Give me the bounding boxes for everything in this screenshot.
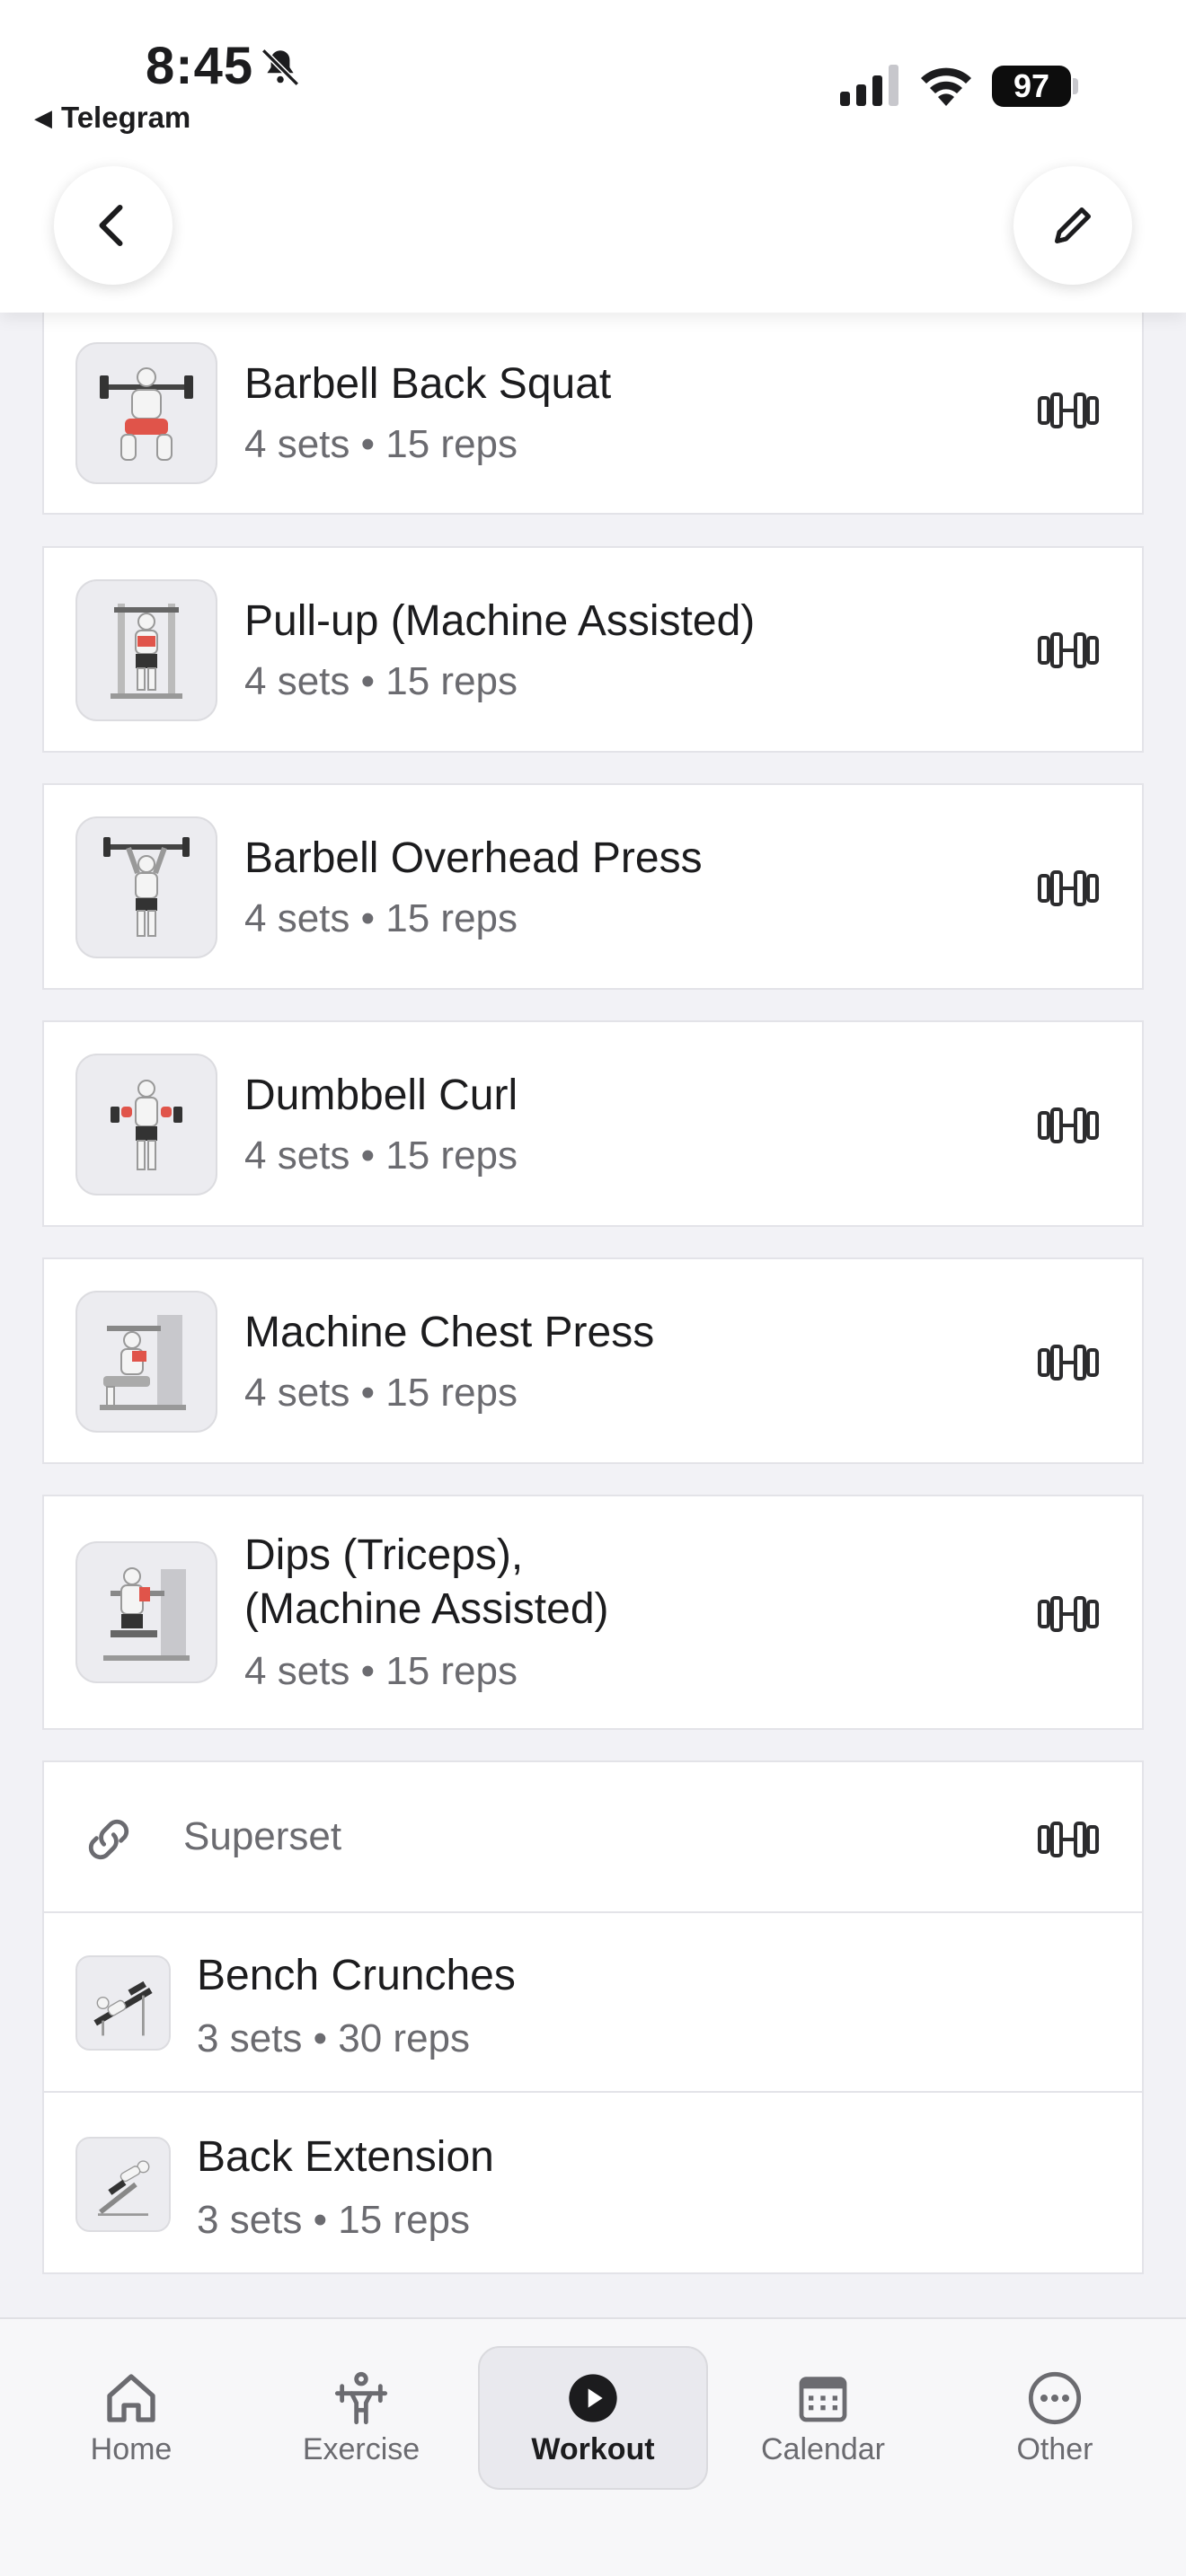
- tab-label: Workout: [531, 2431, 655, 2466]
- exercise-card[interactable]: Dumbbell Curl 4 sets • 15 reps: [42, 1020, 1144, 1227]
- dumbbell-icon[interactable]: [1037, 1820, 1100, 1859]
- exercise-thumbnail: [75, 1054, 217, 1195]
- exercise-sets-reps: 4 sets • 15 reps: [244, 1649, 518, 1693]
- tab-other[interactable]: Other: [965, 2346, 1145, 2490]
- superset-label: Superset: [183, 1814, 342, 1858]
- exercise-name: Barbell Back Squat: [244, 360, 612, 408]
- more-icon: [1028, 2371, 1082, 2424]
- cellular-signal-icon: [840, 65, 898, 106]
- exercise-sets-reps: 3 sets • 30 reps: [197, 2016, 471, 2060]
- bell-muted-icon: [261, 49, 299, 86]
- superset-header[interactable]: Superset: [44, 1762, 1142, 1913]
- exercise-thumbnail: [75, 342, 217, 484]
- exercise-thumbnail: [75, 1955, 171, 2051]
- dumbbell-icon[interactable]: [1037, 1106, 1100, 1145]
- tab-workout[interactable]: Workout: [478, 2346, 708, 2490]
- tab-label: Exercise: [302, 2431, 420, 2466]
- dumbbell-icon[interactable]: [1037, 391, 1100, 430]
- battery-nub: [1073, 78, 1078, 94]
- exercise-thumbnail: [75, 1541, 217, 1683]
- back-triangle-icon: ◀: [34, 103, 52, 131]
- exercise-name: Barbell Overhead Press: [244, 834, 703, 882]
- tab-label: Home: [90, 2431, 173, 2466]
- edit-button[interactable]: [1013, 166, 1132, 285]
- chevron-left-icon: [99, 205, 123, 246]
- home-icon: [107, 2373, 155, 2422]
- dumbbell-icon[interactable]: [1037, 1343, 1100, 1382]
- exercise-sets-reps: 4 sets • 15 reps: [244, 422, 518, 466]
- dumbbell-icon[interactable]: [1037, 869, 1100, 908]
- link-icon: [88, 1819, 129, 1860]
- exercise-thumbnail: [75, 1291, 217, 1433]
- exercise-card[interactable]: Barbell Back Squat 4 sets • 15 reps: [42, 305, 1144, 515]
- exercise-sets-reps: 4 sets • 15 reps: [244, 1134, 518, 1178]
- bottom-tab-bar: Home Exercise Workout Calendar Other: [0, 2317, 1186, 2576]
- pencil-icon: [1055, 207, 1091, 243]
- exercise-card[interactable]: Pull-up (Machine Assisted) 4 sets • 15 r…: [42, 546, 1144, 753]
- exercise-card[interactable]: Dips (Triceps), (Machine Assisted) 4 set…: [42, 1495, 1144, 1730]
- bench-crunch-figure-icon: [93, 1981, 153, 2036]
- dumbbell-icon[interactable]: [1037, 631, 1100, 670]
- exercise-card[interactable]: Machine Chest Press 4 sets • 15 reps: [42, 1257, 1144, 1464]
- superset-card: Superset Bench Crunches 3 sets • 30 reps…: [42, 1760, 1144, 2274]
- tab-label: Other: [1016, 2431, 1093, 2466]
- exercise-icon: [334, 2371, 388, 2424]
- exercise-name-line1: Dips (Triceps),: [244, 1531, 524, 1579]
- tab-calendar[interactable]: Calendar: [733, 2346, 913, 2490]
- overhead-press-figure-icon: [103, 837, 190, 937]
- wifi-icon: [921, 67, 971, 106]
- exercise-thumbnail: [75, 2137, 171, 2232]
- superset-exercise-row[interactable]: Bench Crunches 3 sets • 30 reps: [44, 1913, 1142, 2093]
- exercise-sets-reps: 4 sets • 15 reps: [244, 896, 518, 940]
- exercise-name: Back Extension: [197, 2133, 494, 2181]
- exercise-sets-reps: 3 sets • 15 reps: [197, 2198, 471, 2242]
- exercise-thumbnail: [75, 816, 217, 958]
- exercise-name: Dumbbell Curl: [244, 1072, 518, 1119]
- exercise-sets-reps: 4 sets • 15 reps: [244, 1371, 518, 1415]
- superset-exercise-row[interactable]: Back Extension 3 sets • 15 reps: [44, 2095, 1142, 2274]
- battery-indicator: 97: [992, 66, 1071, 107]
- calendar-icon: [799, 2376, 847, 2422]
- exercise-name: Pull-up (Machine Assisted): [244, 597, 756, 645]
- tab-home[interactable]: Home: [41, 2346, 221, 2490]
- exercise-name: Machine Chest Press: [244, 1309, 655, 1356]
- exercise-card[interactable]: Barbell Overhead Press 4 sets • 15 reps: [42, 783, 1144, 990]
- dips-machine-icon: [103, 1567, 190, 1661]
- exercise-sets-reps: 4 sets • 15 reps: [244, 659, 518, 703]
- chest-press-machine-icon: [100, 1315, 186, 1410]
- exercise-name-line2: (Machine Assisted): [244, 1585, 609, 1633]
- exercise-name: Bench Crunches: [197, 1952, 516, 1999]
- back-to-app-link[interactable]: ◀ Telegram: [34, 101, 190, 135]
- back-app-label: Telegram: [61, 101, 191, 134]
- exercise-thumbnail: [75, 579, 217, 721]
- status-time: 8:45: [146, 37, 254, 95]
- dumbbell-curl-figure-icon: [111, 1080, 182, 1170]
- back-button[interactable]: [54, 166, 173, 285]
- play-icon: [569, 2373, 617, 2422]
- tab-exercise[interactable]: Exercise: [271, 2346, 451, 2490]
- pullup-machine-icon: [111, 604, 182, 699]
- dumbbell-icon[interactable]: [1037, 1594, 1100, 1634]
- back-extension-figure-icon: [98, 2160, 150, 2216]
- tab-label: Calendar: [761, 2431, 885, 2466]
- squat-figure-icon: [100, 367, 193, 461]
- top-header: 8:45 ◀ Telegram 97: [0, 0, 1186, 313]
